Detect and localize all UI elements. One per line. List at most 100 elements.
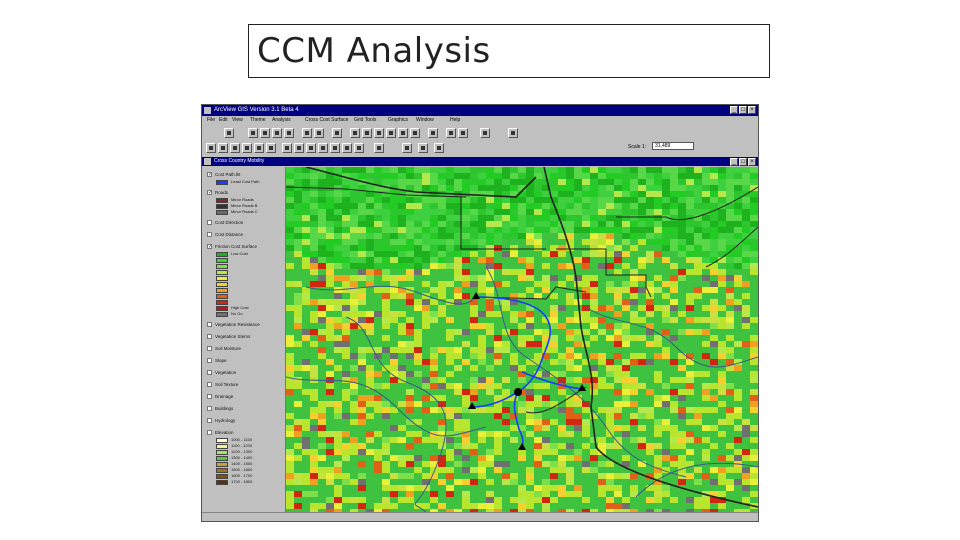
theme-checkbox[interactable]: ✓: [207, 244, 212, 250]
close-button[interactable]: ×: [748, 106, 756, 114]
tool-button[interactable]: [342, 143, 352, 153]
toolbar-button[interactable]: [386, 128, 396, 138]
menu-item[interactable]: Grid Tools: [354, 116, 376, 125]
menu-item[interactable]: Edit: [219, 116, 228, 125]
menu-item[interactable]: Analysis: [272, 116, 291, 125]
theme-checkbox[interactable]: [207, 334, 212, 339]
cost-cell: [662, 173, 670, 179]
view-maximize-button[interactable]: □: [739, 158, 747, 166]
menu-item[interactable]: Theme: [250, 116, 266, 125]
tool-button[interactable]: [434, 143, 444, 153]
cost-cell: [622, 479, 630, 485]
theme-checkbox[interactable]: [207, 346, 212, 351]
cost-cell: [350, 275, 358, 281]
theme-checkbox[interactable]: [207, 406, 212, 411]
cost-cell: [310, 467, 318, 473]
tool-button[interactable]: [294, 143, 304, 153]
tool-button[interactable]: [282, 143, 292, 153]
cost-cell: [414, 437, 422, 443]
view-minimize-button[interactable]: _: [730, 158, 738, 166]
cost-cell: [686, 407, 694, 413]
tool-button[interactable]: [418, 143, 428, 153]
toolbar-button[interactable]: [314, 128, 324, 138]
toolbar-button[interactable]: [272, 128, 282, 138]
theme-checkbox[interactable]: ✓: [207, 172, 212, 178]
theme-checkbox[interactable]: [207, 322, 212, 327]
friction-cost-map[interactable]: [285, 166, 758, 515]
tool-button[interactable]: [318, 143, 328, 153]
tool-button[interactable]: [242, 143, 252, 153]
cost-cell: [630, 359, 638, 365]
cost-cell: [462, 227, 470, 233]
tool-button[interactable]: [230, 143, 240, 153]
tool-button[interactable]: [402, 143, 412, 153]
toolbar-button[interactable]: [410, 128, 420, 138]
menu-item[interactable]: Graphics: [388, 116, 408, 125]
cost-cell: [334, 347, 342, 353]
toolbar-button[interactable]: [248, 128, 258, 138]
tool-button[interactable]: [330, 143, 340, 153]
theme-checkbox[interactable]: [207, 394, 212, 399]
scale-input[interactable]: 31,489: [652, 142, 694, 150]
cost-cell: [350, 335, 358, 341]
cost-cell: [294, 503, 302, 509]
theme-checkbox[interactable]: [207, 358, 212, 363]
cost-cell: [710, 221, 718, 227]
menu-item[interactable]: File: [207, 116, 215, 125]
menu-item[interactable]: View: [232, 116, 243, 125]
toolbar-button[interactable]: [398, 128, 408, 138]
theme-checkbox[interactable]: [207, 430, 212, 435]
toolbar-button[interactable]: [362, 128, 372, 138]
toolbar-button[interactable]: [428, 128, 438, 138]
tool-icon: [257, 146, 261, 150]
cost-cell: [678, 365, 686, 371]
theme-checkbox[interactable]: [207, 382, 212, 387]
cost-cell: [534, 233, 542, 239]
toolbar-button[interactable]: [302, 128, 312, 138]
cost-cell: [542, 443, 550, 449]
toolbar-button[interactable]: [284, 128, 294, 138]
legend-swatch: [216, 312, 228, 317]
theme-checkbox[interactable]: [207, 232, 212, 237]
maximize-button[interactable]: □: [739, 106, 747, 114]
cost-cell: [294, 167, 302, 173]
cost-cell: [462, 281, 470, 287]
tool-button[interactable]: [218, 143, 228, 153]
cost-cell: [454, 329, 462, 335]
map-display[interactable]: [285, 166, 758, 515]
theme-checkbox[interactable]: [207, 418, 212, 423]
toolbar-button[interactable]: [224, 128, 234, 138]
cost-cell: [622, 365, 630, 371]
toolbar-button[interactable]: [446, 128, 456, 138]
cost-cell: [478, 473, 486, 479]
cost-cell: [542, 257, 550, 263]
toolbar-button[interactable]: [374, 128, 384, 138]
tool-button[interactable]: [374, 143, 384, 153]
menu-item[interactable]: Window: [416, 116, 434, 125]
theme-checkbox[interactable]: [207, 220, 212, 225]
cost-cell: [542, 215, 550, 221]
menu-item[interactable]: Cross Cost Surface: [305, 116, 348, 125]
cost-cell: [558, 197, 566, 203]
cost-cell: [646, 419, 654, 425]
theme-checkbox[interactable]: ✓: [207, 190, 212, 196]
cost-cell: [302, 479, 310, 485]
toolbar-button[interactable]: [260, 128, 270, 138]
view-close-button[interactable]: ×: [748, 158, 756, 166]
tool-button[interactable]: [206, 143, 216, 153]
cost-cell: [534, 203, 542, 209]
theme-checkbox[interactable]: [207, 370, 212, 375]
cost-cell: [614, 365, 622, 371]
minimize-button[interactable]: _: [730, 106, 738, 114]
tool-button[interactable]: [306, 143, 316, 153]
toolbar-button[interactable]: [332, 128, 342, 138]
tool-button[interactable]: [254, 143, 264, 153]
toolbar-button[interactable]: [458, 128, 468, 138]
menu-item[interactable]: Help: [450, 116, 460, 125]
toolbar-button[interactable]: [350, 128, 360, 138]
tool-button[interactable]: [354, 143, 364, 153]
cost-cell: [526, 173, 534, 179]
toolbar-button[interactable]: [508, 128, 518, 138]
toolbar-button[interactable]: [480, 128, 490, 138]
tool-button[interactable]: [266, 143, 276, 153]
